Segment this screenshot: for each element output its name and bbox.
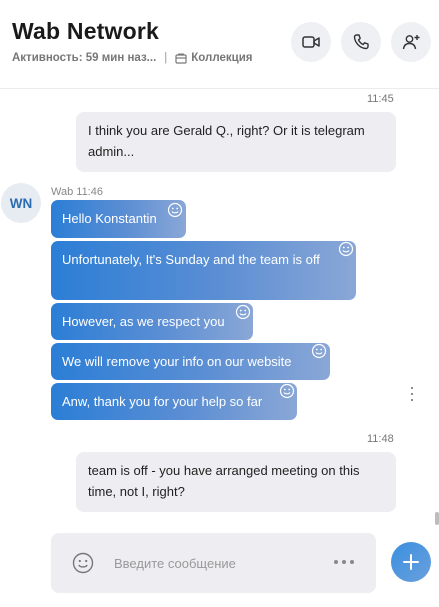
phone-icon [353, 34, 369, 50]
chat-header: Wab Network Активность: 59 мин наз... | … [0, 0, 439, 89]
audio-call-button[interactable] [341, 22, 381, 62]
add-participant-button[interactable] [391, 22, 431, 62]
message-options-icon[interactable] [408, 387, 416, 401]
incoming-message[interactable]: Hello Konstantin [51, 200, 186, 238]
message-timestamp: 11:45 [367, 93, 394, 105]
reaction-smiley-icon[interactable] [167, 202, 183, 218]
reaction-smiley-icon[interactable] [279, 383, 295, 399]
collection-icon[interactable] [175, 53, 187, 64]
chat-title[interactable]: Wab Network [12, 18, 159, 45]
message-timestamp: 11:48 [367, 433, 394, 445]
emoji-icon[interactable] [72, 552, 94, 574]
chat-subtitle: Активность: 59 мин наз... | Коллекция [12, 52, 252, 64]
plus-icon [403, 554, 419, 570]
collection-link[interactable]: Коллекция [191, 52, 252, 64]
add-person-icon [402, 35, 420, 50]
incoming-message[interactable]: However, as we respect you [51, 303, 253, 340]
video-call-button[interactable] [291, 22, 331, 62]
reaction-smiley-icon[interactable] [338, 241, 354, 257]
add-button[interactable] [391, 542, 431, 582]
incoming-message[interactable]: Unfortunately, It's Sunday and the team … [51, 241, 356, 300]
incoming-message[interactable]: Anw, thank you for your help so far [51, 383, 297, 420]
scrollbar[interactable] [435, 512, 439, 525]
more-options-icon[interactable] [334, 559, 354, 565]
message-composer [51, 533, 376, 593]
activity-status: Активность: 59 мин наз... [12, 52, 157, 64]
subtitle-separator: | [164, 52, 168, 64]
incoming-message[interactable]: We will remove your info on our website [51, 343, 330, 380]
outgoing-message[interactable]: I think you are Gerald Q., right? Or it … [76, 112, 396, 172]
message-input[interactable] [114, 551, 314, 575]
video-icon [302, 36, 320, 48]
reaction-smiley-icon[interactable] [235, 304, 251, 320]
outgoing-message[interactable]: team is off - you have arranged meeting … [76, 452, 396, 512]
avatar[interactable]: WN [1, 183, 41, 223]
sender-meta: Wab 11:46 [51, 186, 103, 198]
reaction-smiley-icon[interactable] [311, 343, 327, 359]
